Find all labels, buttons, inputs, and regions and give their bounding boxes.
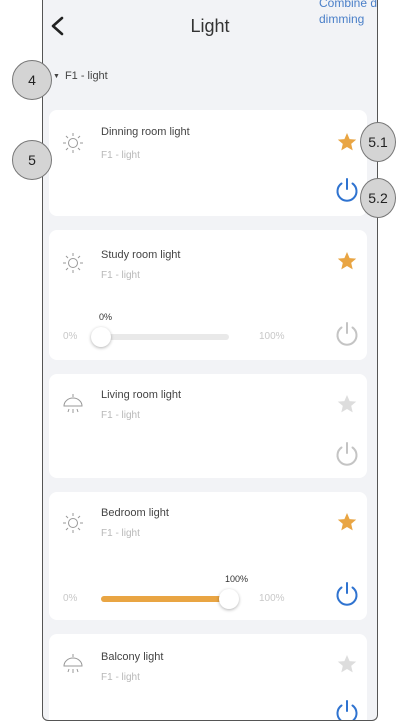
light-location: F1 - light [101,270,140,281]
slider-thumb[interactable] [219,589,239,609]
slider-max-label: 100% [259,331,285,342]
light-location: F1 - light [101,410,140,421]
power-button-icon[interactable] [333,440,361,468]
light-name: Bedroom light [101,507,169,519]
slider-min-label: 0% [63,593,78,604]
light-name: Dinning room light [101,126,190,138]
slider-min-label: 0% [63,331,78,342]
light-name: Balcony light [101,651,164,663]
app-header: Light Combine d dimming [43,0,377,52]
power-button-icon[interactable] [333,176,361,204]
callout-5: 5 [12,140,52,180]
power-button-icon[interactable] [333,698,361,721]
brightness-slider[interactable] [101,589,239,609]
power-button-icon[interactable] [333,580,361,608]
favorite-star-icon[interactable] [337,132,357,152]
favorite-star-icon[interactable] [337,654,357,674]
light-card-dinning-room[interactable]: Dinning room light F1 - light [49,110,367,216]
bulb-icon [63,133,83,153]
callout-4: 4 [12,60,52,100]
light-location: F1 - light [101,672,140,683]
phone-screen: Light Combine d dimming ▼ F1 - light Dinn… [42,0,378,721]
ceiling-lamp-icon [63,394,83,413]
ceiling-lamp-icon [63,654,83,673]
slider-thumb[interactable] [91,327,111,347]
light-name: Study room light [101,249,181,261]
group-label: F1 - light [64,70,108,82]
callout-5-2: 5.2 [360,178,396,218]
light-card-study-room[interactable]: Study room light F1 - light 0% 0% 100% [49,230,367,360]
light-card-bedroom[interactable]: Bedroom light F1 - light 100% 0% 100% [49,492,367,620]
favorite-star-icon[interactable] [337,512,357,532]
combined-dimming-link[interactable]: Combine d dimming [319,0,377,27]
power-button-icon[interactable] [333,320,361,348]
light-card-balcony[interactable]: Balcony light F1 - light [49,634,367,721]
bulb-icon [63,253,83,273]
light-location: F1 - light [101,528,140,539]
slider-fill [101,596,229,602]
favorite-star-icon[interactable] [337,251,357,271]
callout-5-1: 5.1 [360,122,396,162]
slider-value-label: 100% [225,574,249,584]
collapse-triangle-icon: ▼ [53,73,60,80]
light-location: F1 - light [101,150,140,161]
favorite-star-icon[interactable] [337,394,357,414]
brightness-slider[interactable] [91,327,229,347]
slider-max-label: 100% [259,593,285,604]
light-card-living-room[interactable]: Living room light F1 - light [49,374,367,478]
bulb-icon [63,513,83,533]
group-toggle[interactable]: ▼ F1 - light [53,70,108,82]
slider-value-label: 0% [99,312,113,322]
light-name: Living room light [101,389,182,401]
